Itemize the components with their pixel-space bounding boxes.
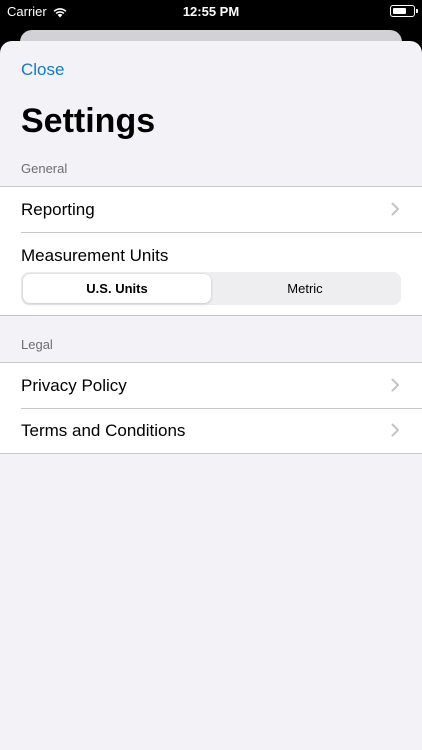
battery-icon	[390, 5, 418, 17]
chevron-right-icon	[391, 202, 399, 216]
privacy-policy-label: Privacy Policy	[21, 375, 127, 395]
measurement-units-label: Measurement Units	[21, 246, 169, 265]
section-header-general: General	[21, 161, 68, 176]
chevron-right-icon	[391, 378, 399, 392]
measurement-units-row: Measurement Units	[0, 232, 422, 268]
reporting-label: Reporting	[21, 199, 95, 219]
page-title: Settings	[21, 102, 156, 140]
units-segmented-control: U.S. Units Metric	[21, 272, 401, 305]
segment-us-units[interactable]: U.S. Units	[23, 274, 211, 303]
terms-and-conditions-row[interactable]: Terms and Conditions	[0, 408, 422, 453]
general-group: Reporting Measurement Units U.S. Units M…	[0, 186, 422, 316]
legal-group: Privacy Policy Terms and Conditions	[0, 362, 422, 454]
settings-sheet: Close Settings General Reporting Measure…	[0, 41, 422, 750]
chevron-right-icon	[391, 423, 399, 437]
close-button[interactable]: Close	[21, 60, 64, 80]
segment-metric[interactable]: Metric	[211, 274, 399, 303]
terms-and-conditions-label: Terms and Conditions	[21, 420, 186, 440]
status-time: 12:55 PM	[182, 4, 240, 19]
status-bar: Carrier 12:55 PM	[0, 0, 422, 22]
section-header-legal: Legal	[21, 337, 53, 352]
privacy-policy-row[interactable]: Privacy Policy	[0, 363, 422, 408]
reporting-row[interactable]: Reporting	[0, 187, 422, 232]
